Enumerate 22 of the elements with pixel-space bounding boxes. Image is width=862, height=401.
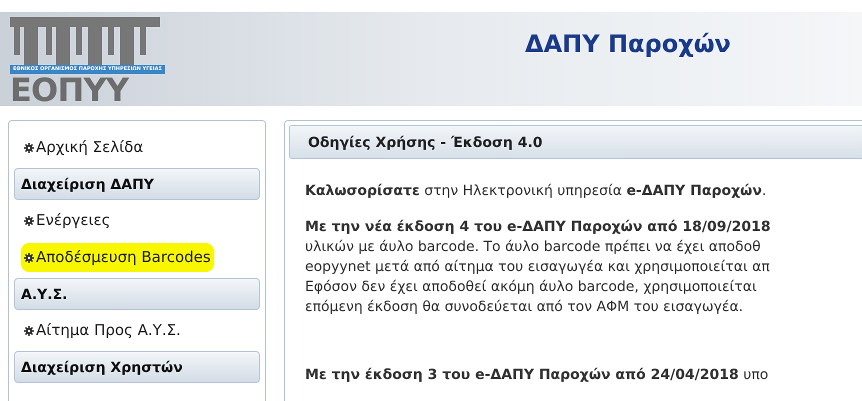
sidebar-section-header[interactable]: Διαχείριση ΔΑΠΥ: [14, 168, 260, 200]
people-figures-icon: [10, 17, 160, 65]
body-text-line: επόμενη έκδοση θα συνοδεύεται από τον ΑΦΜ του εισαγωγέα.: [305, 298, 744, 317]
sidebar-section-header[interactable]: Διαχείριση Χρηστών: [14, 351, 260, 383]
body-text-line: eopyynet μετά από αίτημα του εισαγωγέα και χρησιμοποιείται απ: [305, 258, 770, 277]
panel-title: Οδηγίες Χρήσης - Έκδοση 4.0: [289, 125, 862, 159]
sidebar-link[interactable]: Αρχική Σελίδα: [24, 136, 144, 159]
logo-wordmark: ΕΟΠΥΥ: [10, 74, 128, 106]
gear-icon: [24, 142, 34, 152]
gear-icon: [24, 216, 34, 226]
body-text-line: Καλωσορίσατε στην Ηλεκτρονική υπηρεσία e-ΔΑΠΥ Παροχών.: [305, 182, 766, 201]
gear-icon: [24, 252, 34, 262]
body-text-line: Με την νέα έκδοση 4 του e-ΔΑΠΥ Παροχών από 18/09/2018: [305, 218, 771, 237]
sidebar-link[interactable]: Αποδέσμευση Barcodes: [21, 243, 214, 272]
sidebar-link[interactable]: Ενέργειες: [24, 209, 110, 232]
body-text-line: Με την έκδοση 3 του e-ΔΑΠΥ Παροχών από 24/04/2018 υπο: [305, 366, 768, 385]
body-text-line: Εφόσον δεν έχει αποδοθεί ακόμη άυλο barcode, χρησιμοποιείται: [305, 278, 757, 297]
sidebar-link[interactable]: Αίτημα Προς Α.Υ.Σ.: [24, 319, 181, 342]
site-title: ΔΑΠΥ Παροχών: [525, 29, 731, 60]
gear-icon: [24, 326, 34, 336]
body-text-line: υλικών με άυλο barcode. Το άυλο barcode πρέπει να έχει αποδοθ: [305, 238, 761, 257]
sidebar-section-header[interactable]: Α.Υ.Σ.: [14, 278, 260, 310]
